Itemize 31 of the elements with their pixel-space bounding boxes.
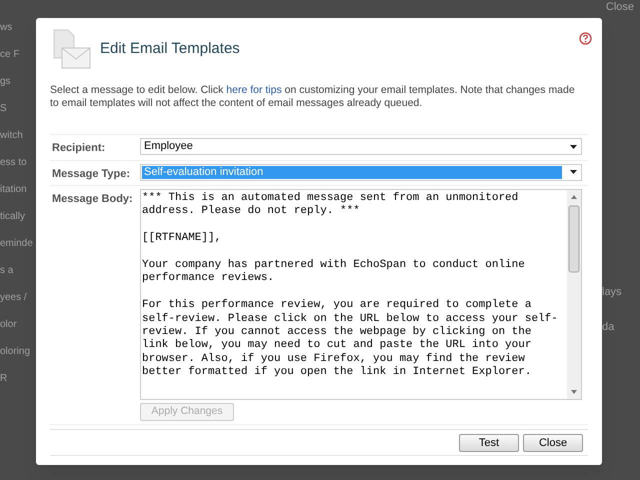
field-label: Recipient:: [51, 141, 106, 156]
background-text: S: [0, 103, 7, 115]
field-label: Message Type:: [51, 166, 132, 182]
caret-icon: [570, 144, 577, 148]
dialog-button[interactable]: Test: [459, 434, 519, 452]
background-text: itation: [0, 184, 27, 196]
help-icon[interactable]: [579, 32, 592, 45]
background-text: gs: [0, 76, 11, 88]
dialog-button[interactable]: Close: [523, 434, 583, 452]
caret-icon: [570, 170, 577, 174]
background-text: ess to: [0, 157, 27, 169]
background-text: yees /: [0, 292, 27, 304]
background-text: eminde: [0, 238, 33, 250]
background-text: lays: [602, 285, 622, 300]
background-text: olor: [0, 319, 17, 331]
dropdown[interactable]: Employee: [140, 138, 582, 155]
scrollbar[interactable]: [567, 190, 581, 399]
background-text: tically: [0, 211, 26, 223]
background-text: witch: [0, 130, 23, 142]
background-text: da: [602, 320, 614, 334]
background-text: oloring: [0, 346, 30, 358]
field-label: Message Body:: [51, 192, 134, 207]
background-text: R: [0, 373, 8, 385]
background-text: s a: [0, 265, 14, 277]
message-body-field[interactable]: *** This is an automated message sent from an unmonitored address. Please do not reply. *** [[RTFNAME]], Your company has partnered with EchoSpan to conduct online performance reviews. For this performance review, you are required to complete a self-review. Please click on the URL below to access your self-review. If you cannot access the webpage by clicking on the link below, you may need to cut and paste the URL into your browser. Also, if you use Firefox, you may find the review better formatted if you open the link in Internet Explorer.: [140, 189, 582, 400]
dialog-title: Edit Email Templates: [100, 38, 240, 59]
background-text: ws: [0, 22, 12, 34]
envelope-document-icon: [52, 28, 92, 70]
background-text: ce F: [0, 49, 20, 61]
tips-link[interactable]: here for tips: [226, 84, 282, 96]
intro-text: Select a message to edit below. Click here for tips on customizing your email templates. Note that changes made to email templates will not affect the content of email messages already queued.: [50, 84, 576, 110]
